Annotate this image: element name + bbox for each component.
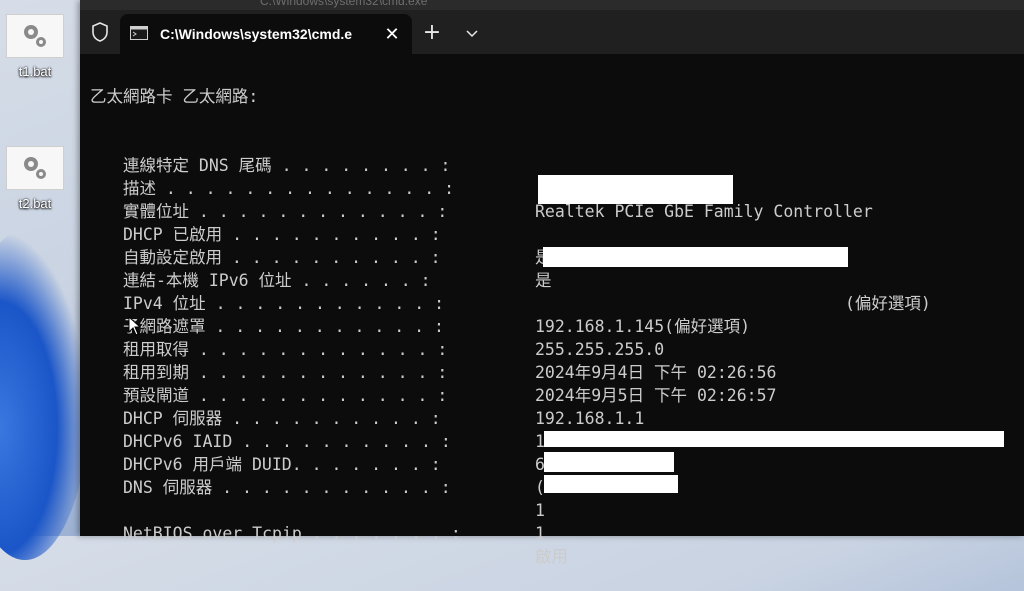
console-output: 乙太網路卡 乙太網路: 連線特定 DNS 尾碼 . . . . . . . . …: [80, 54, 1024, 566]
batch-file-gear-icon: [6, 146, 64, 190]
batch-file-gear-icon: [6, 14, 64, 58]
redacted-dns-server-1: [544, 452, 674, 472]
console-row: 連線特定 DNS 尾碼 . . . . . . . . :: [80, 131, 1020, 175]
desktop-icon-t2[interactable]: t2.bat: [4, 146, 66, 211]
tab-dropdown-button[interactable]: [452, 10, 492, 54]
redacted-dns-server-2: [544, 475, 678, 493]
console-row: NetBIOS over Tcpip . . . . . . . : 啟用: [80, 499, 1020, 566]
desktop-icon-label: t2.bat: [18, 196, 52, 211]
background-window-title: C:\Windows\system32\cmd.exe: [260, 0, 428, 8]
tab-cmd[interactable]: C:\Windows\system32\cmd.e ✕: [120, 14, 412, 54]
desktop-icon-label: t1.bat: [18, 64, 52, 79]
console-row: 描述 . . . . . . . . . . . . . . : Realtek…: [80, 154, 1020, 221]
terminal-tab-bar: C:\Windows\system32\cmd.e ✕ +: [80, 10, 1024, 54]
console-row: 自動設定啟用 . . . . . . . . . . : 是: [80, 223, 1020, 290]
console-row: IPv4 位址 . . . . . . . . . . . : 192.168.…: [80, 269, 1020, 336]
redacted-mac-address: [538, 175, 733, 204]
redacted-duid: [544, 431, 1004, 447]
cmd-icon: [130, 25, 148, 44]
console-row: 租用取得 . . . . . . . . . . . . : 2024年9月4日…: [80, 315, 1020, 382]
background-window-titlebar: C:\Windows\system32\cmd.exe: [80, 0, 1024, 10]
adapter-header: 乙太網路卡 乙太網路:: [90, 87, 259, 106]
chevron-down-icon: [466, 23, 478, 42]
row-value: 啟用: [535, 547, 568, 566]
console-row: DHCP 伺服器 . . . . . . . . . . : 192.168.1…: [80, 384, 1020, 451]
row-value: 1: [535, 524, 545, 543]
shield-icon: [80, 10, 120, 54]
desktop-wallpaper-swirl: [0, 230, 90, 560]
new-tab-button[interactable]: +: [412, 10, 452, 54]
console-row: 子網路遮罩 . . . . . . . . . . . : 255.255.25…: [80, 292, 1020, 359]
redacted-ipv6-address: [543, 247, 848, 267]
desktop-icon-t1[interactable]: t1.bat: [4, 14, 66, 79]
console-row: 預設閘道 . . . . . . . . . . . . : 192.168.1…: [80, 361, 1020, 428]
tab-close-button[interactable]: ✕: [382, 24, 402, 45]
console-row: 租用到期 . . . . . . . . . . . . : 2024年9月5日…: [80, 338, 1020, 405]
mouse-cursor: [128, 315, 142, 340]
tab-title: C:\Windows\system32\cmd.e: [160, 26, 353, 42]
row-label: NetBIOS over Tcpip . . . . . . . :: [123, 524, 461, 543]
console-row: DHCPv6 IAID . . . . . . . . . . : 663833…: [80, 407, 1020, 474]
